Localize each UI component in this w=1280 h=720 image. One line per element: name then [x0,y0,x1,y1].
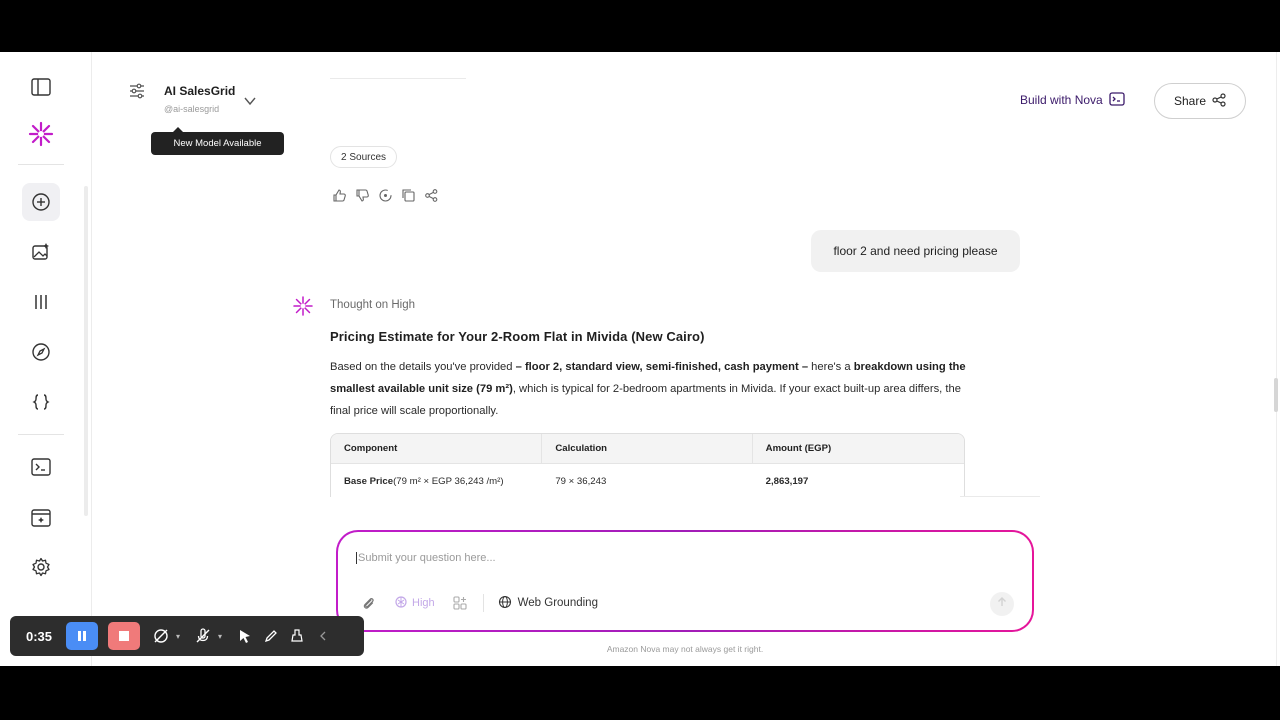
user-message-bubble: floor 2 and need pricing please [811,230,1020,272]
sidebar-scrollbar[interactable] [84,186,88,516]
table-header-row: Component Calculation Amount (EGP) [331,434,964,464]
table-header-cell: Amount (EGP) [765,443,832,454]
collapse-chevron-icon[interactable] [312,625,334,647]
user-message-text: floor 2 and need pricing please [833,244,998,258]
table-cell-amount: 2,863,197 [765,475,809,487]
build-with-nova-label: Build with Nova [1020,93,1103,107]
nova-logo-icon[interactable] [22,115,60,153]
pricing-table: Component Calculation Amount (EGP) Base … [330,433,965,497]
sidebar-toggle-icon[interactable] [22,68,60,106]
screen-recorder-toolbar: 0:35 ▾ ▾ [10,616,364,656]
table-row: Base Price (79 m² × EGP 36,243 /m²) 79 ×… [331,464,964,497]
response-body: Based on the details you've provided – f… [330,361,966,417]
thumbs-down-icon[interactable] [355,188,370,203]
thumbs-up-icon[interactable] [332,188,347,203]
cursor-pointer-icon[interactable] [234,625,256,647]
eraser-icon[interactable] [286,625,308,647]
regenerate-icon[interactable] [378,188,393,203]
chevron-down-icon[interactable]: ▾ [218,632,222,641]
reasoning-level-label: High [412,597,435,609]
reasoning-level-button[interactable]: High [394,595,435,612]
chevron-down-icon[interactable]: ▾ [176,632,180,641]
sidebar [0,52,92,666]
web-grounding-button[interactable]: Web Grounding [498,595,598,612]
settings-gear-icon[interactable] [22,548,60,586]
arrow-up-icon [996,595,1008,613]
build-with-nova-button[interactable]: Build with Nova [1012,88,1133,112]
sources-chip[interactable]: 2 Sources [330,146,398,168]
explore-compass-icon[interactable] [22,333,60,371]
image-generation-icon[interactable] [22,233,60,271]
response-title: Pricing Estimate for Your 2‑Room Flat in… [330,329,705,344]
stop-recording-button[interactable] [108,622,140,650]
compare-icon[interactable] [22,283,60,321]
share-icon [1212,92,1226,110]
new-chat-icon[interactable] [22,183,60,221]
web-grounding-label: Web Grounding [517,597,598,609]
model-name[interactable]: AI SalesGrid [164,84,235,98]
pause-recording-button[interactable] [66,622,98,650]
table-header-cell: Component [331,434,543,463]
share-label: Share [1173,94,1207,108]
copy-icon[interactable] [401,188,416,203]
pen-draw-icon[interactable] [260,625,282,647]
camera-off-icon[interactable] [150,625,172,647]
globe-icon [498,595,512,612]
new-model-tooltip: New Model Available [151,127,284,155]
terminal-icon[interactable] [22,448,60,486]
terminal-icon [1109,91,1125,109]
paperclip-icon[interactable] [360,595,376,611]
composer: High Web Grounding [336,530,1034,632]
model-handle: @ai-salesgrid [164,104,220,114]
share-icon[interactable] [424,188,439,203]
playground-window-icon[interactable] [22,499,60,537]
share-button[interactable]: Share [1154,83,1246,119]
table-cell-component: Base Price (79 m² × EGP 36,243 /m²) [344,475,504,487]
microphone-off-icon[interactable] [192,625,214,647]
question-input[interactable] [356,552,956,564]
send-button[interactable] [990,592,1014,616]
recording-timer: 0:35 [26,628,53,644]
model-settings-sliders-icon[interactable] [128,82,148,102]
brain-icon [394,595,408,612]
chevron-down-icon[interactable] [243,94,257,108]
code-braces-icon[interactable] [22,383,60,421]
app-window: AI SalesGrid @ai-salesgrid New Model Ava… [0,52,1280,666]
table-cell-calculation: 79 × 36,243 [555,475,607,487]
nova-avatar-icon [292,295,314,317]
thought-label[interactable]: Thought on High [330,299,415,311]
composer-tools: High Web Grounding [360,594,598,612]
tools-grid-icon[interactable] [453,596,467,610]
table-header-cell: Calculation [542,434,753,463]
disclaimer-text: Amazon Nova may not always get it right. [606,644,764,654]
message-actions [332,188,439,203]
page-scrollbar[interactable] [1274,378,1278,412]
